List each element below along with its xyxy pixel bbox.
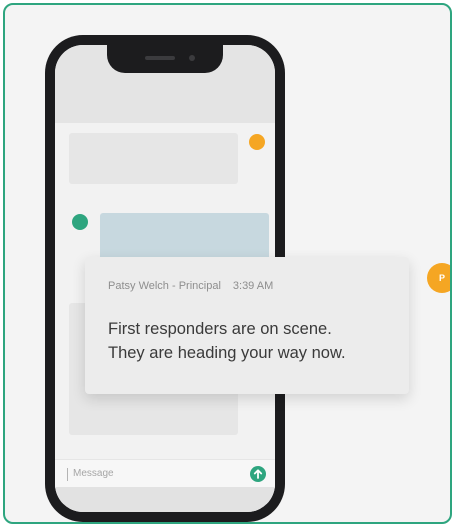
message-input-placeholder[interactable]: Message xyxy=(73,468,114,479)
phone-notch xyxy=(107,45,223,73)
notification-meta: Patsy Welch - Principal 3:39 AM xyxy=(108,280,273,292)
notification-sender: Patsy Welch - Principal xyxy=(108,280,221,292)
sender-avatar-dot xyxy=(249,134,265,150)
notification-time: 3:39 AM xyxy=(232,280,274,292)
notification-message: First responders are on scene. They are … xyxy=(108,317,398,365)
notification-line-2: They are heading your way now. xyxy=(108,344,346,362)
send-button[interactable] xyxy=(250,466,266,482)
illustration-frame: Message Patsy Welch - Principal 3:39 AM F… xyxy=(3,3,452,524)
message-composer[interactable]: Message xyxy=(55,459,275,488)
message-bubble-incoming xyxy=(69,133,238,184)
front-camera xyxy=(189,55,195,61)
user-avatar-dot xyxy=(72,214,88,230)
sender-avatar: P xyxy=(427,263,450,293)
message-notification-card[interactable]: Patsy Welch - Principal 3:39 AM First res… xyxy=(85,257,409,394)
speaker-grille xyxy=(145,56,175,60)
arrow-up-icon xyxy=(253,469,263,479)
text-cursor xyxy=(67,468,68,481)
home-indicator-area xyxy=(55,487,275,512)
notification-line-1: First responders are on scene. xyxy=(108,320,332,338)
